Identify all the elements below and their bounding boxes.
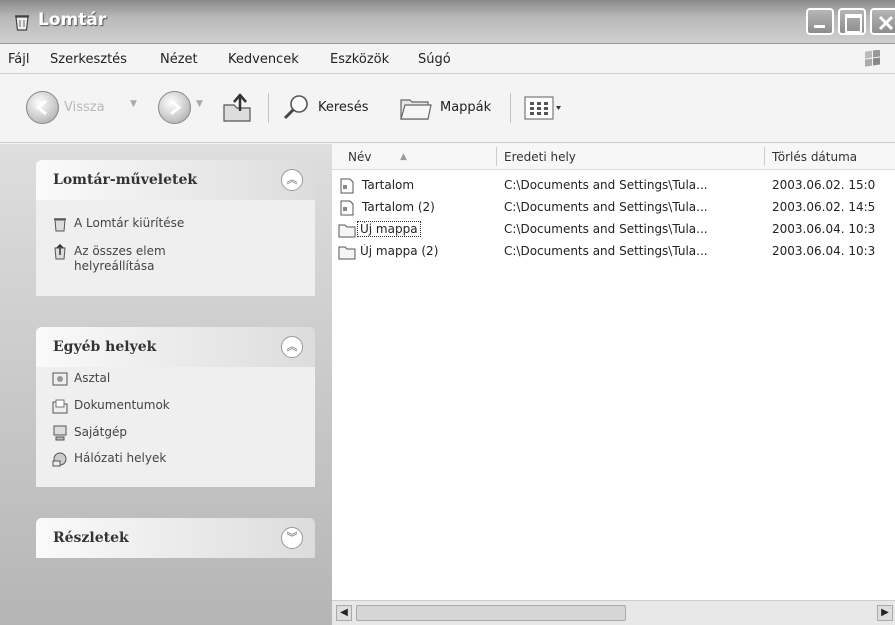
original-location: C:\Documents and Settings\Tula...: [504, 222, 708, 236]
menu-view[interactable]: Nézet: [160, 52, 198, 67]
desktop-link[interactable]: Asztal: [52, 371, 252, 389]
horizontal-scrollbar[interactable]: ◀ ▶: [332, 600, 895, 625]
my-computer-icon: [53, 425, 67, 441]
table-row[interactable]: Új mappa (2) C:\Documents and Settings\T…: [332, 242, 895, 264]
network-places-icon: [52, 452, 67, 467]
maximize-button[interactable]: [838, 8, 866, 35]
panel-header[interactable]: Egyéb helyek ︽: [36, 327, 315, 367]
restore-all-items-link[interactable]: Az összes elem helyreállítása: [52, 244, 292, 278]
panel-title: Lomtár-műveletek: [53, 172, 198, 188]
recycle-bin-tasks-panel: Lomtár-műveletek ︽ A Lomtár kiürítése Az…: [36, 160, 315, 296]
task-pane: Lomtár-műveletek ︽ A Lomtár kiürítése Az…: [0, 144, 332, 625]
toolbar: Vissza ▼ ▼ Keresés Mappák: [0, 75, 895, 143]
menu-bar: Fájl Szerkesztés Nézet Kedvencek Eszközö…: [0, 44, 895, 74]
empty-bin-icon: [54, 218, 66, 232]
column-divider[interactable]: [496, 147, 497, 166]
close-button[interactable]: [870, 8, 895, 35]
panel-title: Egyéb helyek: [53, 339, 157, 355]
documents-link[interactable]: Dokumentumok: [52, 398, 252, 416]
back-dropdown-icon[interactable]: ▼: [130, 99, 137, 109]
views-icon[interactable]: [524, 96, 562, 120]
sort-ascending-icon: ▲: [400, 152, 407, 162]
delete-date: 2003.06.04. 10:3: [772, 244, 876, 258]
folders-button[interactable]: Mappák: [440, 100, 491, 115]
toolbar-separator: [268, 93, 269, 123]
back-button[interactable]: [26, 91, 59, 124]
close-icon: [878, 15, 894, 31]
document-icon: [340, 200, 354, 216]
back-label[interactable]: Vissza: [64, 100, 105, 115]
panel-header[interactable]: Részletek ︾: [36, 518, 315, 558]
my-computer-link[interactable]: Sajátgép: [52, 425, 252, 443]
column-divider[interactable]: [764, 147, 765, 166]
desktop-icon: [52, 372, 68, 386]
table-row[interactable]: Tartalom (2) C:\Documents and Settings\T…: [332, 198, 895, 220]
original-location: C:\Documents and Settings\Tula...: [504, 178, 708, 192]
column-name-header[interactable]: Név: [348, 150, 371, 164]
forward-button[interactable]: [158, 91, 191, 124]
folder-icon: [338, 224, 356, 238]
windows-logo-icon: [865, 50, 880, 67]
minimize-button[interactable]: [806, 8, 834, 35]
delete-date: 2003.06.02. 14:5: [772, 200, 876, 214]
collapse-chevron-icon[interactable]: ︽: [281, 336, 303, 358]
delete-date: 2003.06.02. 15:0: [772, 178, 876, 192]
original-location: C:\Documents and Settings\Tula...: [504, 200, 708, 214]
folder-up-icon[interactable]: [220, 91, 256, 125]
search-icon[interactable]: [282, 93, 312, 123]
scroll-right-arrow-icon[interactable]: ▶: [877, 605, 893, 621]
panel-title: Részletek: [53, 530, 129, 546]
folders-icon[interactable]: [398, 92, 434, 122]
restore-all-icon: [54, 244, 66, 260]
forward-arrow-icon: [170, 99, 182, 116]
network-places-link[interactable]: Hálózati helyek: [52, 451, 252, 469]
scroll-left-arrow-icon[interactable]: ◀: [336, 605, 352, 621]
folder-icon: [338, 246, 356, 260]
forward-dropdown-icon[interactable]: ▼: [196, 99, 203, 109]
collapse-chevron-icon[interactable]: ︽: [281, 169, 303, 191]
menu-tools[interactable]: Eszközök: [330, 52, 389, 67]
original-location: C:\Documents and Settings\Tula...: [504, 244, 708, 258]
menu-file[interactable]: Fájl: [8, 52, 29, 67]
menu-help[interactable]: Súgó: [418, 52, 451, 67]
column-location-header[interactable]: Eredeti hely: [504, 150, 576, 164]
file-name: Tartalom (2): [362, 200, 435, 214]
search-button[interactable]: Keresés: [318, 100, 368, 115]
file-name: Új mappa: [357, 221, 421, 237]
menu-edit[interactable]: Szerkesztés: [50, 52, 127, 67]
documents-folder-icon: [52, 399, 68, 414]
empty-recycle-bin-link[interactable]: A Lomtár kiürítése: [52, 216, 292, 234]
panel-header[interactable]: Lomtár-műveletek ︽: [36, 160, 315, 200]
table-row[interactable]: Új mappa C:\Documents and Settings\Tula.…: [332, 220, 895, 242]
title-bar[interactable]: Lomtár: [0, 0, 895, 44]
file-name: Tartalom: [362, 178, 415, 192]
details-panel: Részletek ︾: [36, 518, 315, 558]
column-headers: Név ▲ Eredeti hely Törlés dátuma: [332, 144, 895, 170]
menu-favorites[interactable]: Kedvencek: [228, 52, 299, 67]
toolbar-separator-2: [510, 93, 511, 123]
other-places-panel: Egyéb helyek ︽ Asztal Dokumentumok Saját…: [36, 327, 315, 487]
file-name: Új mappa (2): [360, 244, 439, 258]
file-list: Név ▲ Eredeti hely Törlés dátuma Tartalo…: [332, 144, 895, 625]
recycle-bin-icon: [15, 15, 29, 31]
window-title: Lomtár: [38, 10, 107, 30]
table-row[interactable]: Tartalom C:\Documents and Settings\Tula.…: [332, 176, 895, 198]
document-icon: [340, 178, 354, 194]
scroll-thumb[interactable]: [356, 605, 626, 621]
column-date-header[interactable]: Törlés dátuma: [772, 150, 857, 164]
delete-date: 2003.06.04. 10:3: [772, 222, 876, 236]
back-arrow-icon: [35, 99, 47, 116]
expand-chevron-icon[interactable]: ︾: [281, 527, 303, 549]
